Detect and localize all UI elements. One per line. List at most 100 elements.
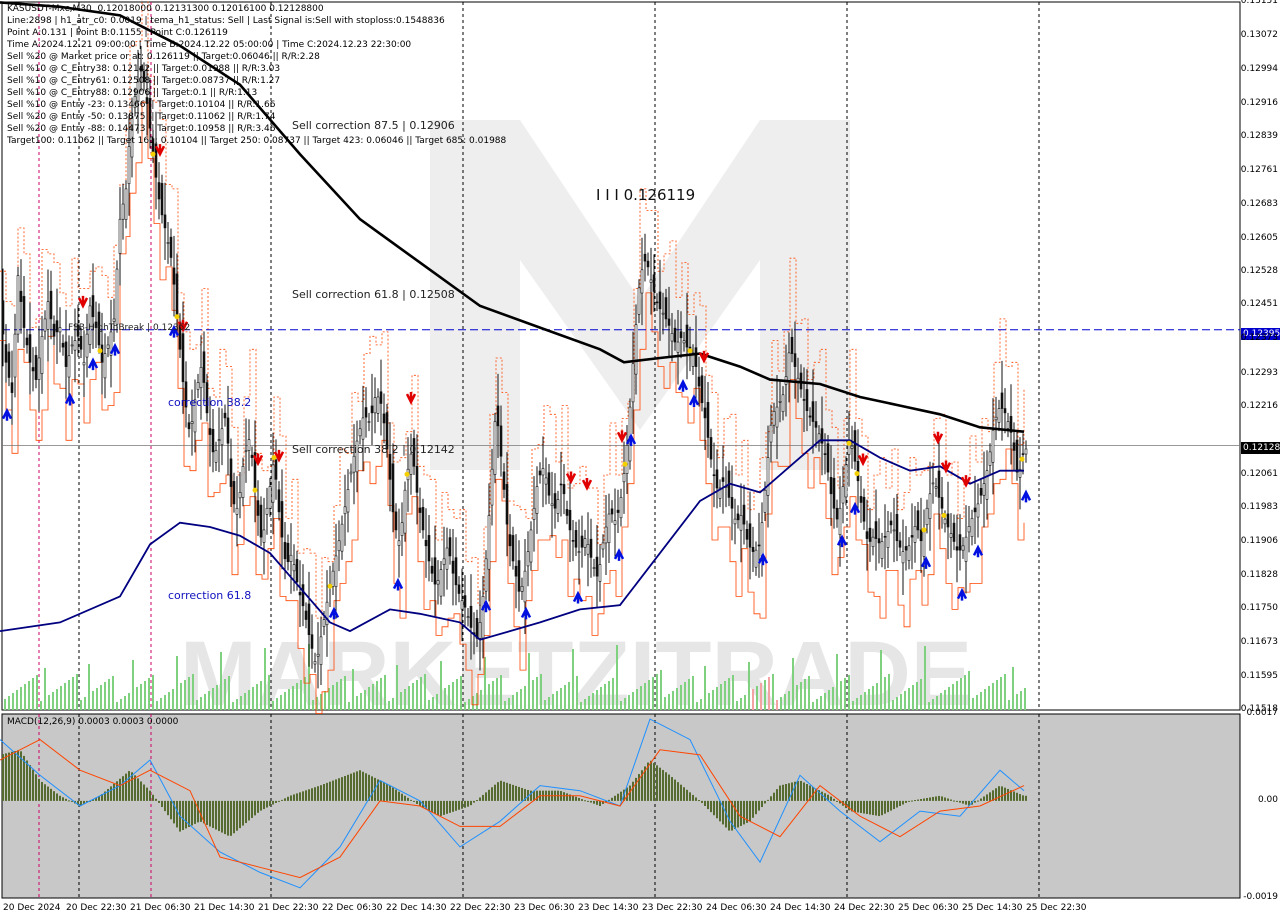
macd-bar bbox=[155, 798, 157, 801]
volume-bar bbox=[352, 669, 354, 710]
macd-bar bbox=[47, 786, 49, 801]
candle-body bbox=[496, 405, 500, 427]
high-to-break-label: FSB-HighToBreak | 0.12352 bbox=[68, 323, 191, 333]
volume-bar bbox=[124, 696, 126, 710]
macd-bar bbox=[62, 797, 64, 801]
candle-body bbox=[13, 333, 17, 378]
candle-body bbox=[22, 296, 26, 328]
volume-bar bbox=[372, 684, 374, 710]
volume-bar bbox=[20, 687, 22, 710]
signal-dot bbox=[252, 487, 258, 493]
macd-bar bbox=[674, 779, 676, 801]
macd-bar bbox=[332, 780, 334, 801]
macd-bar bbox=[677, 782, 679, 801]
candle-body bbox=[676, 341, 680, 353]
volume-bar bbox=[240, 696, 242, 710]
candle-body bbox=[994, 416, 998, 421]
candle-body bbox=[616, 509, 620, 513]
macd-bar bbox=[878, 800, 880, 817]
macd-bar bbox=[980, 798, 982, 801]
volume-bar bbox=[804, 679, 806, 710]
volume-bar bbox=[1012, 667, 1014, 710]
macd-bar bbox=[50, 788, 52, 801]
candle-body bbox=[547, 472, 551, 496]
candle-body bbox=[640, 269, 644, 294]
macd-bar bbox=[665, 772, 667, 801]
macd-bar bbox=[122, 776, 124, 801]
macd-bar bbox=[407, 797, 409, 801]
volume-bar bbox=[496, 678, 498, 710]
macd-bar bbox=[326, 782, 328, 801]
candle-body bbox=[169, 236, 173, 258]
macd-bar bbox=[347, 774, 349, 801]
macd-bar bbox=[323, 784, 325, 801]
macd-bar bbox=[395, 789, 397, 801]
candle-body bbox=[166, 242, 170, 244]
price-tick: 0.11673 bbox=[1240, 636, 1278, 647]
volume-bar bbox=[200, 697, 202, 710]
macd-bar bbox=[890, 800, 892, 811]
price-tick: 0.13072 bbox=[1240, 30, 1278, 41]
volume-bar bbox=[800, 682, 802, 710]
volume-bar bbox=[972, 698, 974, 710]
candle-body bbox=[610, 508, 614, 515]
macd-bar bbox=[485, 792, 487, 801]
volume-bar bbox=[140, 684, 142, 710]
volume-bar bbox=[736, 701, 738, 710]
volume-bar bbox=[576, 676, 578, 710]
candle-body bbox=[976, 503, 980, 518]
candle-body bbox=[82, 361, 86, 366]
candle-body bbox=[307, 603, 311, 636]
candle-body bbox=[460, 600, 464, 610]
volume-bar bbox=[1020, 691, 1022, 710]
candle-body bbox=[607, 513, 611, 543]
volume-bar bbox=[424, 674, 426, 710]
candle-body bbox=[565, 509, 569, 516]
candle-body bbox=[643, 253, 647, 262]
candle-body bbox=[40, 335, 44, 374]
volume-bar bbox=[716, 687, 718, 710]
volume-bar bbox=[880, 650, 882, 710]
candle-body bbox=[481, 596, 485, 639]
candle-body bbox=[211, 429, 215, 453]
macd-bar bbox=[1007, 788, 1009, 801]
candle-body bbox=[886, 531, 890, 548]
candle-body bbox=[808, 415, 812, 418]
candle-body bbox=[871, 536, 875, 547]
macd-bar bbox=[662, 769, 664, 801]
candle-body bbox=[439, 569, 443, 597]
macd-bar bbox=[944, 797, 946, 801]
candle-body bbox=[955, 546, 959, 551]
macd-bar bbox=[320, 785, 322, 801]
macd-bar bbox=[608, 799, 610, 801]
macd-bar bbox=[965, 800, 967, 805]
volume-bar bbox=[112, 676, 114, 710]
time-tick: 24 Dec 06:30 bbox=[706, 903, 767, 913]
info-line: Sell %10 @ C_Entry61: 0.12508 || Target:… bbox=[7, 76, 281, 86]
candle-body bbox=[499, 425, 503, 457]
volume-bar bbox=[820, 696, 822, 710]
price-tick: 0.11906 bbox=[1240, 535, 1278, 546]
candle-body bbox=[268, 486, 272, 509]
macd-bar bbox=[521, 787, 523, 801]
candle-body bbox=[958, 534, 962, 551]
candle-body bbox=[637, 287, 641, 315]
macd-bar bbox=[437, 800, 439, 816]
volume-bar bbox=[212, 688, 214, 710]
volume-bar bbox=[772, 674, 774, 710]
macd-bar bbox=[626, 787, 628, 801]
candle-body bbox=[760, 522, 764, 557]
macd-bar bbox=[413, 800, 415, 802]
candle-body bbox=[526, 551, 530, 567]
candle-body bbox=[838, 507, 842, 535]
candle-body bbox=[364, 407, 368, 418]
macd-bar bbox=[500, 780, 502, 801]
candle-body bbox=[226, 417, 230, 444]
volume-bar bbox=[888, 674, 890, 710]
macd-bar bbox=[923, 798, 925, 801]
macd-bar bbox=[275, 800, 277, 803]
volume-bar bbox=[292, 686, 294, 710]
macd-bar bbox=[977, 800, 979, 802]
candle-body bbox=[73, 340, 77, 351]
volume-bar bbox=[760, 683, 762, 710]
